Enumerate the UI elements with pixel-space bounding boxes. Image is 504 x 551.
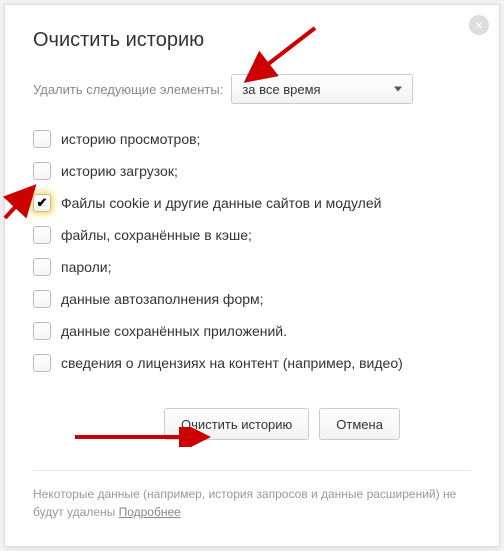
footer-note: Некоторые данные (например, история запр… (33, 470, 471, 521)
checkbox[interactable] (33, 162, 51, 180)
learn-more-link[interactable]: Подробнее (119, 505, 181, 519)
footer-text: Некоторые данные (например, история запр… (33, 487, 456, 519)
checkbox[interactable] (33, 194, 51, 212)
option-label: историю просмотров; (61, 131, 200, 147)
option-label: данные сохранённых приложений. (61, 323, 287, 339)
option-browsing-history[interactable]: историю просмотров; (33, 130, 471, 148)
time-range-label: Удалить следующие элементы: (33, 82, 223, 97)
option-app-data[interactable]: данные сохранённых приложений. (33, 322, 471, 340)
option-autofill[interactable]: данные автозаполнения форм; (33, 290, 471, 308)
dialog-title: Очистить историю (33, 29, 471, 52)
option-cached-files[interactable]: файлы, сохранённые в кэше; (33, 226, 471, 244)
dialog-buttons: Очистить историю Отмена (93, 408, 471, 440)
option-label: пароли; (61, 259, 112, 275)
options-list: историю просмотров; историю загрузок; Фа… (33, 130, 471, 372)
checkbox[interactable] (33, 322, 51, 340)
checkbox[interactable] (33, 226, 51, 244)
checkbox[interactable] (33, 130, 51, 148)
time-range-value: за все время (242, 82, 320, 97)
option-label: Файлы cookie и другие данные сайтов и мо… (61, 195, 381, 211)
cancel-button[interactable]: Отмена (319, 408, 400, 440)
option-label: историю загрузок; (61, 163, 178, 179)
option-label: данные автозаполнения форм; (61, 291, 264, 307)
chevron-down-icon (394, 87, 402, 92)
checkbox[interactable] (33, 258, 51, 276)
time-range-select[interactable]: за все время (231, 74, 413, 104)
option-label: файлы, сохранённые в кэше; (61, 227, 252, 243)
clear-history-button[interactable]: Очистить историю (164, 408, 309, 440)
option-cookies[interactable]: Файлы cookie и другие данные сайтов и мо… (33, 194, 471, 212)
checkbox[interactable] (33, 290, 51, 308)
time-range-row: Удалить следующие элементы: за все время (33, 74, 471, 104)
clear-history-dialog: × Очистить историю Удалить следующие эле… (4, 4, 500, 547)
close-button[interactable]: × (469, 15, 489, 35)
option-label: сведения о лицензиях на контент (наприме… (61, 355, 403, 371)
checkbox[interactable] (33, 354, 51, 372)
option-content-licenses[interactable]: сведения о лицензиях на контент (наприме… (33, 354, 471, 372)
close-icon: × (475, 17, 483, 33)
option-download-history[interactable]: историю загрузок; (33, 162, 471, 180)
option-passwords[interactable]: пароли; (33, 258, 471, 276)
